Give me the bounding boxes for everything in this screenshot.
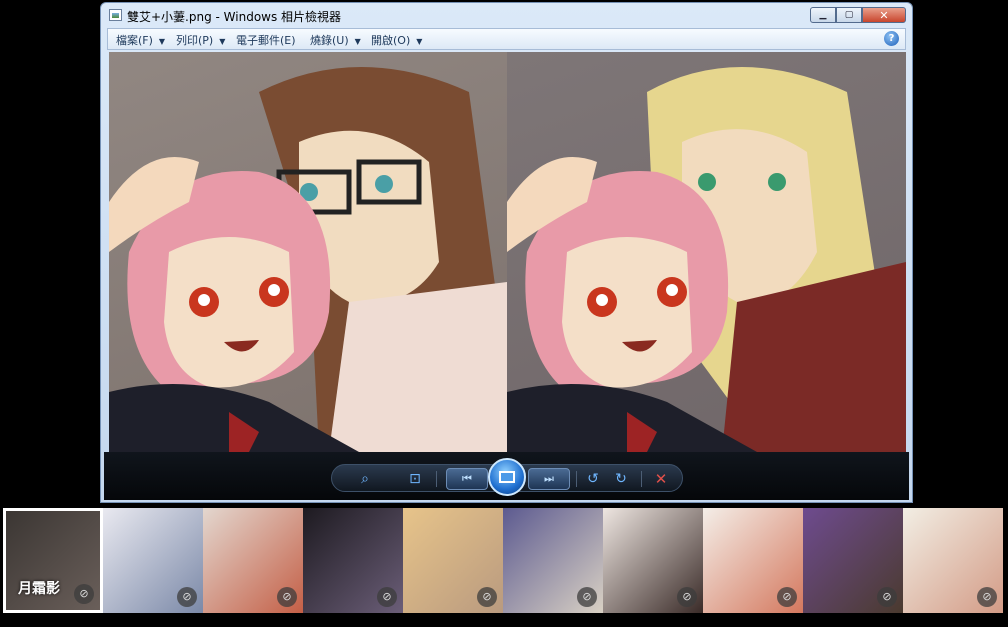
control-pill: ⌕ ⊡ ⏮ ⏭ ↺ ↻ ✕ <box>331 458 683 496</box>
participant-thumbnail[interactable]: ⊘ <box>103 508 203 613</box>
menu-burn[interactable]: 燒錄(U) ▼ <box>310 32 361 48</box>
photo-viewer-window: 雙艾+小萋.png - Windows 相片檢視器 ▁ ▢ ✕ 檔案(F) ▼ 列… <box>100 2 913 503</box>
participant-thumbnail[interactable]: ⊘ <box>603 508 703 613</box>
rotate-left-icon[interactable]: ↺ <box>582 468 604 490</box>
muted-microphone-icon: ⊘ <box>277 587 297 607</box>
slideshow-icon <box>499 471 515 483</box>
participant-thumbnail[interactable]: ⊘ <box>703 508 803 613</box>
help-icon[interactable]: ? <box>884 31 899 46</box>
title-bar[interactable]: 雙艾+小萋.png - Windows 相片檢視器 ▁ ▢ ✕ <box>101 3 912 29</box>
muted-microphone-icon: ⊘ <box>977 587 997 607</box>
window-title: 雙艾+小萋.png - Windows 相片檢視器 <box>127 10 342 24</box>
menu-burn-label: 燒錄(U) <box>310 34 349 47</box>
participant-thumbnail[interactable]: ⊘ <box>303 508 403 613</box>
menu-print[interactable]: 列印(P) ▼ <box>176 32 225 48</box>
menu-open-label: 開啟(O) <box>371 34 411 47</box>
photo-app-icon <box>109 9 122 21</box>
muted-microphone-icon: ⊘ <box>677 587 697 607</box>
previous-button[interactable]: ⏮ <box>446 468 488 490</box>
chevron-down-icon: ▼ <box>354 37 361 46</box>
participant-name: 月霜影 <box>18 581 60 597</box>
muted-microphone-icon: ⊘ <box>877 587 897 607</box>
close-button[interactable]: ✕ <box>862 7 906 23</box>
participant-thumbnail[interactable]: ⊘ <box>203 508 303 613</box>
menu-email-label: 電子郵件(E) <box>236 34 296 47</box>
participant-thumbnail[interactable]: 月霜影 ⊘ <box>3 508 103 613</box>
muted-microphone-icon: ⊘ <box>577 587 597 607</box>
actual-size-icon[interactable]: ⊡ <box>404 468 426 490</box>
divider <box>576 471 577 487</box>
participant-thumbnail[interactable]: ⊘ <box>903 508 1003 613</box>
minimize-button[interactable]: ▁ <box>810 7 836 23</box>
delete-icon[interactable]: ✕ <box>650 468 672 490</box>
divider <box>436 471 437 487</box>
playback-control-bar: ⌕ ⊡ ⏮ ⏭ ↺ ↻ ✕ <box>104 452 909 500</box>
muted-microphone-icon: ⊘ <box>74 584 94 604</box>
maximize-button[interactable]: ▢ <box>836 7 862 23</box>
artwork-right-illustration <box>507 67 906 452</box>
participant-thumbnail[interactable]: ⊘ <box>803 508 903 613</box>
artwork-left-panel <box>109 52 507 452</box>
zoom-icon[interactable]: ⌕ <box>354 468 376 490</box>
divider <box>641 471 642 487</box>
menu-file[interactable]: 檔案(F) ▼ <box>116 32 165 48</box>
menu-email[interactable]: 電子郵件(E) <box>236 32 296 48</box>
next-button[interactable]: ⏭ <box>528 468 570 490</box>
slideshow-button[interactable] <box>488 458 526 496</box>
muted-microphone-icon: ⊘ <box>377 587 397 607</box>
muted-microphone-icon: ⊘ <box>477 587 497 607</box>
participant-thumbnail-strip: 月霜影 ⊘ ⊘ ⊘ ⊘ ⊘ ⊘ ⊘ ⊘ ⊘ ⊘ <box>3 508 1003 613</box>
muted-microphone-icon: ⊘ <box>777 587 797 607</box>
menu-open[interactable]: 開啟(O) ▼ <box>371 32 422 48</box>
chevron-down-icon: ▼ <box>158 37 166 46</box>
image-viewport[interactable] <box>109 52 906 452</box>
participant-thumbnail[interactable]: ⊘ <box>503 508 603 613</box>
muted-microphone-icon: ⊘ <box>177 587 197 607</box>
chevron-down-icon: ▼ <box>219 37 226 46</box>
participant-thumbnail[interactable]: ⊘ <box>403 508 503 613</box>
artwork-right-panel <box>507 52 906 452</box>
artwork-left-illustration <box>109 67 507 452</box>
chevron-down-icon: ▼ <box>416 37 423 46</box>
menu-print-label: 列印(P) <box>176 34 214 47</box>
rotate-right-icon[interactable]: ↻ <box>610 468 632 490</box>
menu-bar: 檔案(F) ▼ 列印(P) ▼ 電子郵件(E) 燒錄(U) ▼ 開啟(O) ▼ ? <box>107 28 906 50</box>
menu-file-label: 檔案(F) <box>116 34 153 47</box>
